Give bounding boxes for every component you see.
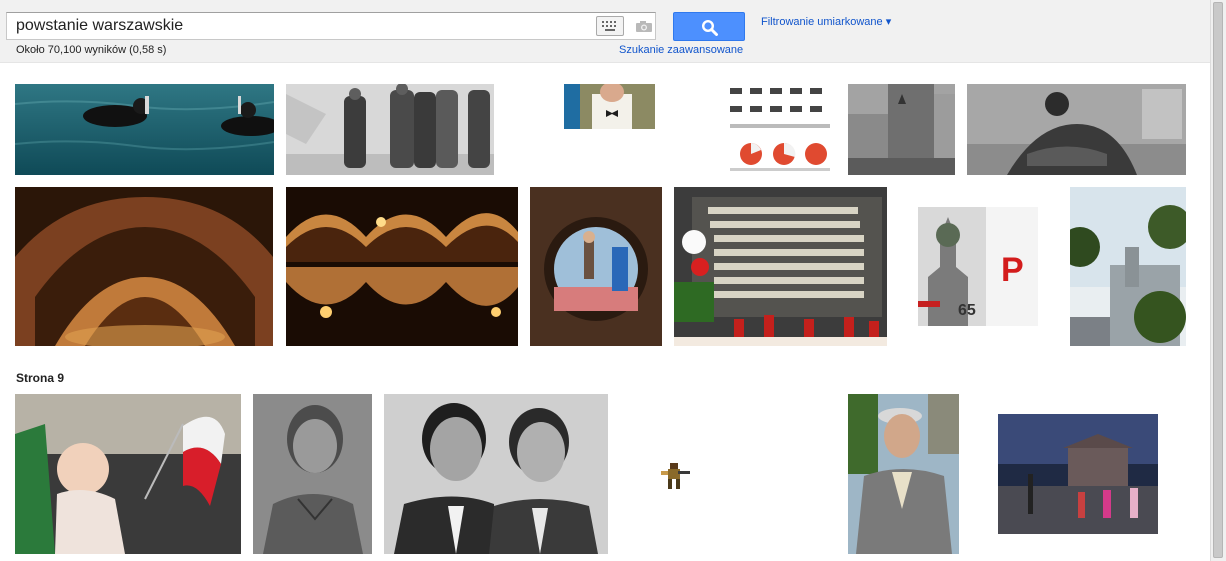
search-box — [6, 12, 656, 40]
vertical-scrollbar[interactable] — [1210, 0, 1226, 561]
scrollbar-thumb[interactable] — [1213, 2, 1223, 558]
search-button[interactable] — [673, 12, 745, 41]
safe-search-filter[interactable]: Filtrowanie umiarkowane ▾ — [761, 15, 891, 28]
man-with-bowtie-image[interactable] — [564, 84, 655, 129]
page-label: Strona 9 — [16, 371, 65, 385]
evening-town-square-image[interactable] — [998, 414, 1158, 534]
divers-in-water-image[interactable] — [15, 84, 274, 175]
soldiers-in-coats-bw-image[interactable] — [286, 84, 494, 175]
svg-text:P: P — [1001, 251, 1024, 289]
street-memorial-bw-image[interactable] — [848, 84, 955, 175]
brick-cistern-reflection-image[interactable] — [286, 187, 518, 346]
camera-icon[interactable] — [635, 20, 653, 33]
infographic-pie-charts-image[interactable] — [726, 84, 834, 175]
brick-vault-arches-image[interactable] — [15, 187, 273, 346]
search-header: Filtrowanie umiarkowane ▾ Około 70,100 w… — [0, 0, 1210, 63]
baby-with-polish-flag-image[interactable] — [15, 394, 241, 554]
keyboard-icon[interactable] — [596, 16, 624, 36]
wounded-man-bw-image[interactable] — [967, 84, 1186, 175]
two-men-portrait-bw-image[interactable] — [384, 394, 608, 554]
elderly-man-in-cap-image[interactable] — [848, 394, 959, 554]
trees-and-building-image[interactable] — [1070, 187, 1186, 346]
svg-text:65: 65 — [958, 302, 976, 319]
result-stats: Około 70,100 wyników (0,58 s) — [16, 44, 167, 56]
memorial-plaque-with-candles-image[interactable] — [674, 187, 887, 346]
search-input[interactable] — [7, 13, 587, 39]
advanced-search-link[interactable]: Szukanie zaawansowane — [619, 44, 743, 56]
magnifier-icon — [701, 19, 718, 36]
round-porthole-view-image[interactable] — [530, 187, 662, 346]
anniversary-poster-65-image[interactable]: P 65 — [918, 207, 1038, 326]
young-man-portrait-bw-image[interactable] — [253, 394, 372, 554]
small-animated-soldier-image[interactable] — [658, 461, 691, 491]
